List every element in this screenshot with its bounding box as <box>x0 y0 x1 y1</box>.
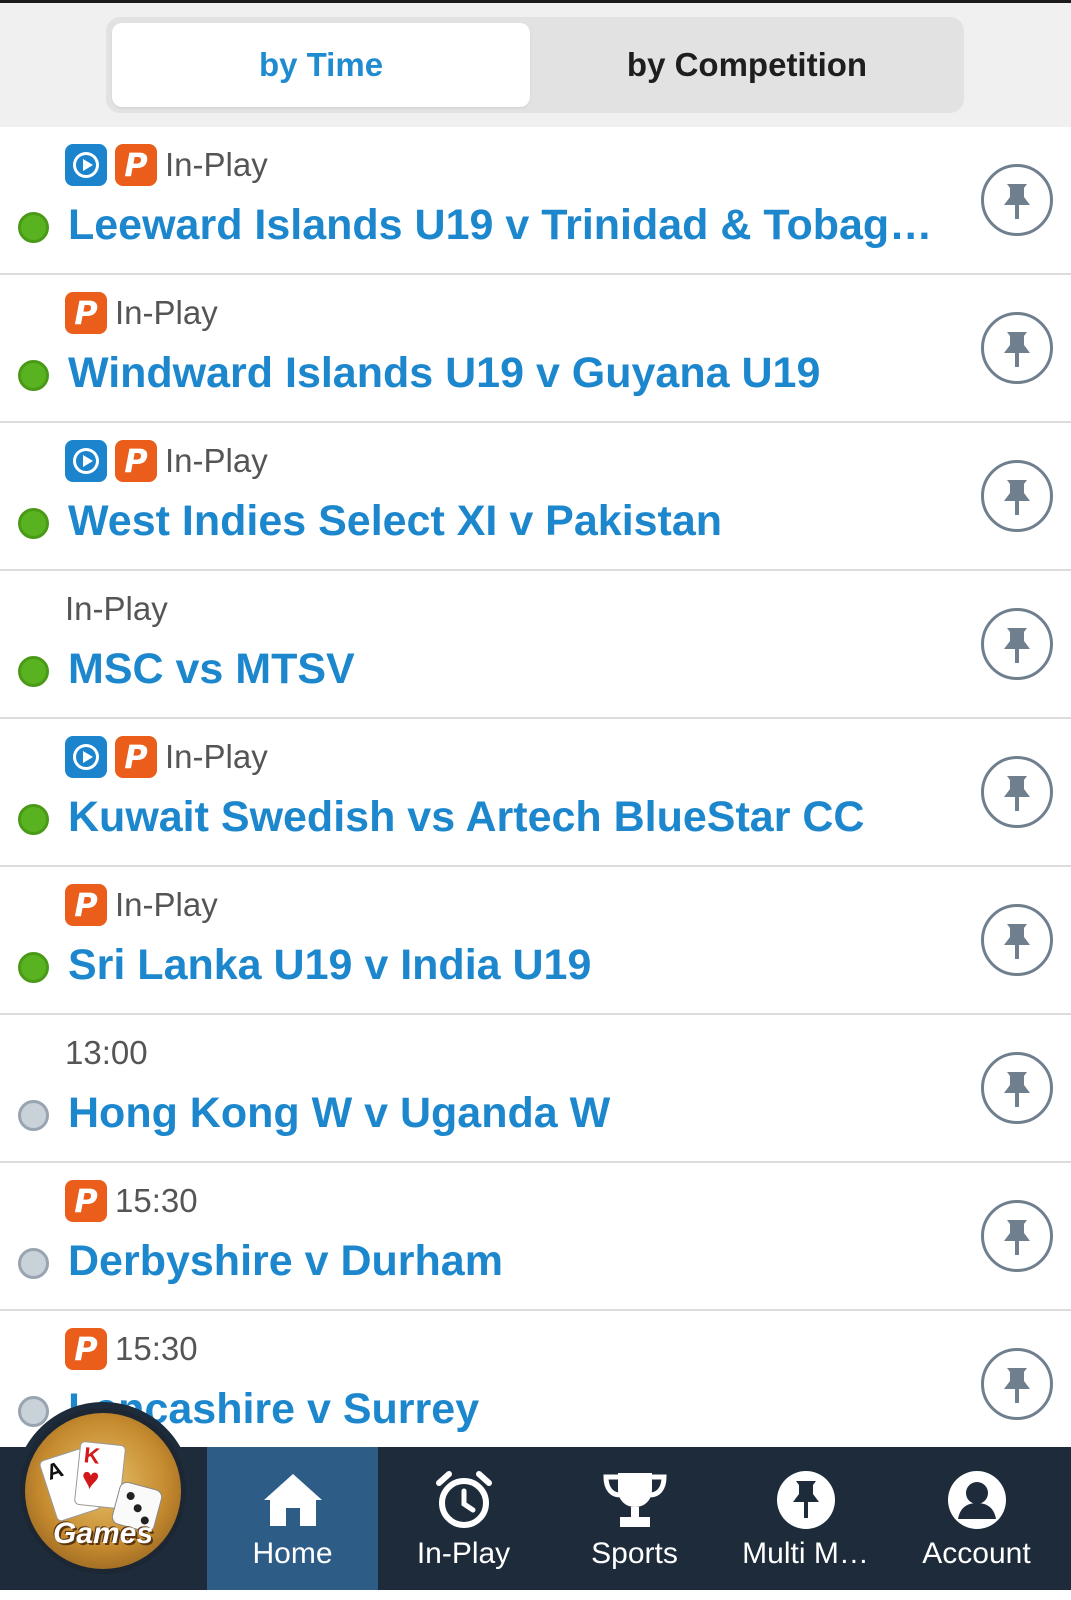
event-status: In-Play <box>165 442 268 479</box>
tab-label: Home <box>252 1537 333 1570</box>
event-row[interactable]: P In-Play Kuwait Swedish vs Artech BlueSta… <box>0 719 1071 867</box>
tab-trophy[interactable]: Sports <box>549 1447 720 1590</box>
event-meta: 13:00 <box>65 1033 148 1073</box>
p-badge-icon: P <box>115 736 157 778</box>
event-title-link[interactable]: Leeward Islands U19 v Trinidad & Tobago … <box>68 201 956 250</box>
live-video-icon <box>65 736 107 778</box>
p-badge-icon: P <box>65 1180 107 1222</box>
games-chip-icon: A K ♥ Games <box>25 1413 181 1569</box>
event-meta: P In-Play <box>65 884 218 926</box>
event-status: 15:30 <box>115 1182 198 1219</box>
event-title-link[interactable]: Hong Kong W v Uganda W <box>68 1089 956 1138</box>
event-row[interactable]: P In-Play Sri Lanka U19 v India U19 <box>0 867 1071 1015</box>
tab-pin[interactable]: Multi M… <box>720 1447 891 1590</box>
event-title-link[interactable]: West Indies Select XI v Pakistan <box>68 497 956 546</box>
event-meta: In-Play <box>65 589 168 629</box>
pin-button[interactable] <box>981 608 1053 680</box>
tab-alarm-clock[interactable]: In-Play <box>378 1447 549 1590</box>
by-time-tab[interactable]: by Time <box>112 23 530 107</box>
pin-button[interactable] <box>981 1200 1053 1272</box>
p-badge-icon: P <box>115 440 157 482</box>
live-status-dot <box>18 508 49 539</box>
trophy-icon <box>549 1467 720 1533</box>
live-video-icon <box>65 144 107 186</box>
event-status: In-Play <box>165 738 268 775</box>
tab-label: Multi M… <box>742 1537 869 1570</box>
tab-label: Account <box>922 1537 1031 1570</box>
tab-user[interactable]: Account <box>891 1447 1062 1590</box>
header: by Time by Competition <box>0 3 1071 127</box>
event-meta: P In-Play <box>65 736 268 778</box>
tab-label: Sports <box>591 1537 678 1570</box>
pin-button[interactable] <box>981 460 1053 532</box>
pin-icon <box>720 1467 891 1533</box>
live-status-dot <box>18 952 49 983</box>
upcoming-status-dot <box>18 1248 49 1279</box>
live-status-dot <box>18 804 49 835</box>
event-status: In-Play <box>165 146 268 183</box>
event-title-link[interactable]: Windward Islands U19 v Guyana U19 <box>68 349 956 398</box>
pushpin-icon <box>995 474 1039 518</box>
pin-button[interactable] <box>981 1052 1053 1124</box>
event-list: P In-Play Leeward Islands U19 v Trinidad &… <box>0 127 1071 1447</box>
live-status-dot <box>18 360 49 391</box>
event-status: In-Play <box>115 294 218 331</box>
pushpin-icon <box>995 326 1039 370</box>
pin-button[interactable] <box>981 904 1053 976</box>
p-badge-icon: P <box>65 884 107 926</box>
alarm-clock-icon <box>378 1467 549 1533</box>
live-status-dot <box>18 656 49 687</box>
pushpin-icon <box>995 770 1039 814</box>
event-title-link[interactable]: Lancashire v Surrey <box>68 1385 956 1434</box>
event-title-link[interactable]: Derbyshire v Durham <box>68 1237 956 1286</box>
event-title-link[interactable]: MSC vs MTSV <box>68 645 956 694</box>
pushpin-icon <box>995 622 1039 666</box>
games-button[interactable]: A K ♥ Games <box>14 1402 192 1580</box>
event-title-link[interactable]: Kuwait Swedish vs Artech BlueStar CC <box>68 793 956 842</box>
event-row[interactable]: 13:00 Hong Kong W v Uganda W <box>0 1015 1071 1163</box>
event-row[interactable]: P 15:30 Derbyshire v Durham <box>0 1163 1071 1311</box>
pin-button[interactable] <box>981 164 1053 236</box>
event-meta: P 15:30 <box>65 1328 198 1370</box>
p-badge-icon: P <box>115 144 157 186</box>
pushpin-icon <box>995 178 1039 222</box>
event-row[interactable]: P In-Play West Indies Select XI v Pakistan <box>0 423 1071 571</box>
live-status-dot <box>18 212 49 243</box>
event-status: In-Play <box>65 590 168 627</box>
pin-button[interactable] <box>981 1348 1053 1420</box>
event-title-link[interactable]: Sri Lanka U19 v India U19 <box>68 941 956 990</box>
event-row[interactable]: P In-Play Leeward Islands U19 v Trinidad &… <box>0 127 1071 275</box>
pushpin-icon <box>995 918 1039 962</box>
sort-segmented-control: by Time by Competition <box>106 17 964 113</box>
upcoming-status-dot <box>18 1100 49 1131</box>
pushpin-icon <box>995 1214 1039 1258</box>
event-meta: P 15:30 <box>65 1180 198 1222</box>
by-competition-tab[interactable]: by Competition <box>536 23 958 107</box>
event-status: 13:00 <box>65 1034 148 1071</box>
event-meta: P In-Play <box>65 440 268 482</box>
event-meta: P In-Play <box>65 144 268 186</box>
pin-button[interactable] <box>981 756 1053 828</box>
tab-home[interactable]: Home <box>207 1447 378 1590</box>
event-status: 15:30 <box>115 1330 198 1367</box>
pushpin-icon <box>995 1362 1039 1406</box>
event-status: In-Play <box>115 886 218 923</box>
bottom-edge <box>0 1590 1071 1600</box>
p-badge-icon: P <box>65 1328 107 1370</box>
pushpin-icon <box>995 1066 1039 1110</box>
home-icon <box>207 1467 378 1533</box>
tab-label: In-Play <box>416 1537 511 1570</box>
event-row[interactable]: In-Play MSC vs MTSV <box>0 571 1071 719</box>
user-icon <box>891 1467 1062 1533</box>
p-badge-icon: P <box>65 292 107 334</box>
event-row[interactable]: P In-Play Windward Islands U19 v Guyana U1… <box>0 275 1071 423</box>
games-label: Games <box>52 1517 154 1550</box>
live-video-icon <box>65 440 107 482</box>
pin-button[interactable] <box>981 312 1053 384</box>
event-meta: P In-Play <box>65 292 218 334</box>
